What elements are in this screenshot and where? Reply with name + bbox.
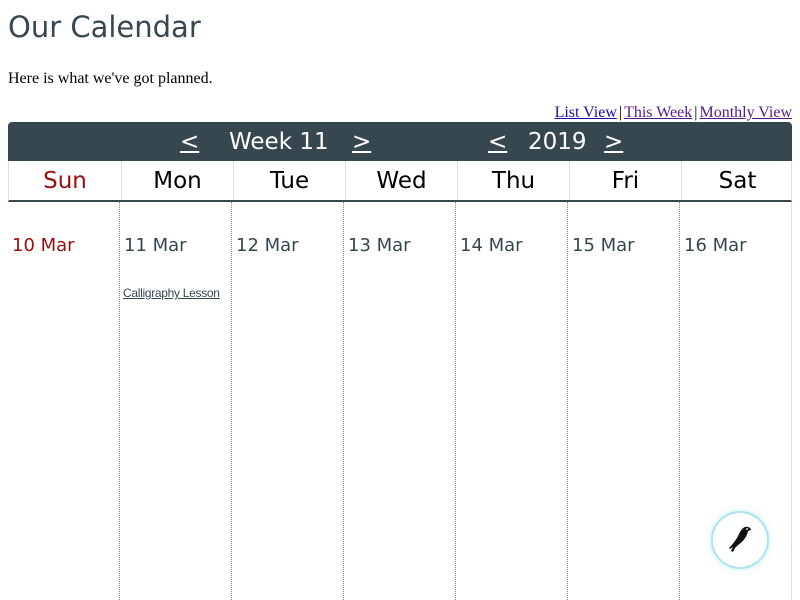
prev-year-button[interactable]: < xyxy=(488,127,507,157)
monthly-view-link[interactable]: Monthly View xyxy=(699,104,792,121)
date-label: 11 Mar xyxy=(124,235,187,256)
day-cell-tue[interactable]: 12 Mar xyxy=(232,202,344,600)
weekday-tue: Tue xyxy=(233,161,345,200)
floating-action-button[interactable] xyxy=(711,511,769,569)
page-title: Our Calendar xyxy=(8,10,201,44)
date-label: 13 Mar xyxy=(348,235,411,256)
weekday-header: Sun Mon Tue Wed Thu Fri Sat xyxy=(8,161,792,202)
day-cell-fri[interactable]: 15 Mar xyxy=(568,202,680,600)
prev-week-button[interactable]: < xyxy=(180,127,199,157)
date-label: 16 Mar xyxy=(684,235,747,256)
event-link[interactable]: Calligraphy Lesson xyxy=(123,286,220,300)
weekday-wed: Wed xyxy=(345,161,457,200)
separator: | xyxy=(618,104,623,121)
list-view-link[interactable]: List View xyxy=(555,104,617,121)
intro-text: Here is what we've got planned. xyxy=(8,70,213,87)
date-label: 14 Mar xyxy=(460,235,523,256)
day-cell-sun[interactable]: 10 Mar xyxy=(8,202,120,600)
week-label: Week 11 xyxy=(229,129,329,155)
weekday-mon: Mon xyxy=(121,161,233,200)
date-label: 15 Mar xyxy=(572,235,635,256)
weekday-thu: Thu xyxy=(457,161,569,200)
date-label: 12 Mar xyxy=(236,235,299,256)
view-links: List View | This Week | Monthly View xyxy=(555,103,792,123)
year-label: 2019 xyxy=(528,129,587,155)
next-week-button[interactable]: > xyxy=(352,127,371,157)
calendar-nav-bar: < Week 11 > < 2019 > xyxy=(8,122,792,161)
week-grid: 10 Mar 11 Mar Calligraphy Lesson 12 Mar … xyxy=(8,202,792,600)
weekday-sun: Sun xyxy=(43,168,87,194)
weekday-sat: Sat xyxy=(681,161,793,200)
weekday-fri: Fri xyxy=(569,161,681,200)
day-cell-wed[interactable]: 13 Mar xyxy=(344,202,456,600)
day-cell-mon[interactable]: 11 Mar Calligraphy Lesson xyxy=(120,202,232,600)
next-year-button[interactable]: > xyxy=(604,127,623,157)
day-cell-thu[interactable]: 14 Mar xyxy=(456,202,568,600)
calendar: < Week 11 > < 2019 > Sun Mon Tue Wed Thu… xyxy=(8,122,792,600)
this-week-link[interactable]: This Week xyxy=(624,104,692,121)
date-label: 10 Mar xyxy=(12,235,75,256)
bird-logo-icon xyxy=(726,523,754,558)
